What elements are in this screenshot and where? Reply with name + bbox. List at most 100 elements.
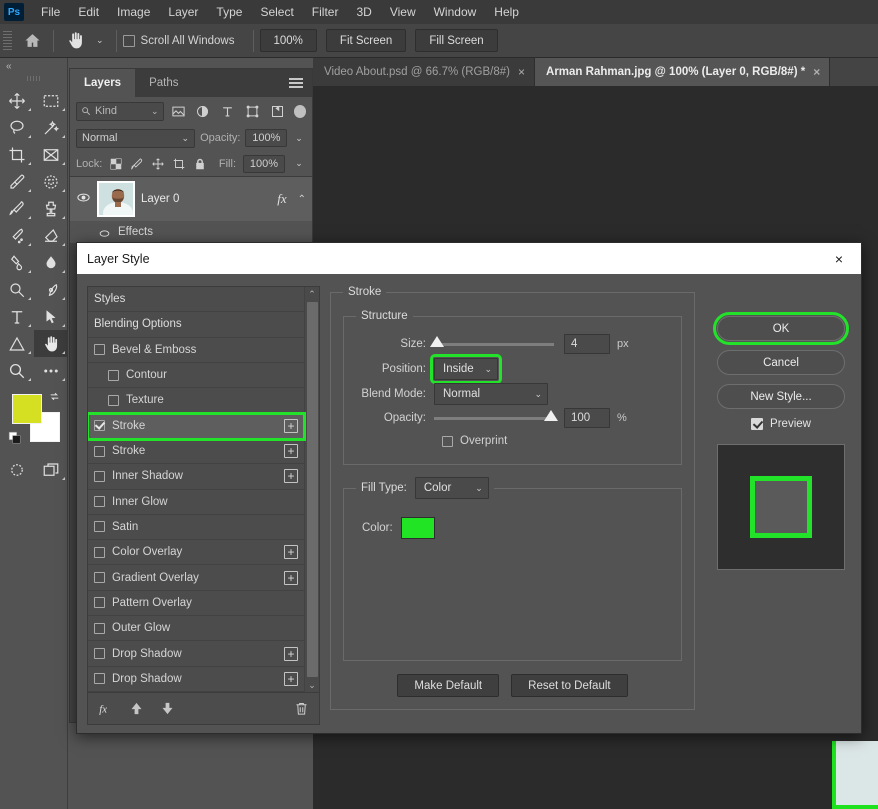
add-effect-icon[interactable]: + bbox=[284, 545, 298, 560]
style-row-outer-glow[interactable]: Outer Glow bbox=[88, 616, 304, 642]
swap-colors-icon[interactable] bbox=[48, 390, 61, 406]
ok-button[interactable]: OK bbox=[713, 312, 849, 345]
fill-chevron-down-icon[interactable]: ⌄ bbox=[292, 155, 306, 173]
style-checkbox[interactable] bbox=[94, 648, 105, 660]
scrollbar-thumb[interactable] bbox=[306, 302, 318, 677]
menu-3d[interactable]: 3D bbox=[347, 0, 380, 24]
style-checkbox[interactable] bbox=[94, 546, 105, 558]
menu-image[interactable]: Image bbox=[108, 0, 159, 24]
more-tools-icon[interactable] bbox=[34, 357, 68, 384]
close-icon[interactable]: × bbox=[817, 243, 861, 274]
quick-mask-icon[interactable] bbox=[0, 456, 34, 483]
menu-select[interactable]: Select bbox=[251, 0, 302, 24]
style-row-drop-shadow-1[interactable]: Drop Shadow + bbox=[88, 641, 304, 667]
style-row-styles[interactable]: Styles bbox=[88, 287, 304, 313]
eraser-tool-icon[interactable] bbox=[34, 222, 68, 249]
overprint-row[interactable]: Overprint bbox=[356, 430, 669, 452]
style-row-blending-options[interactable]: Blending Options bbox=[88, 312, 304, 338]
lock-position-icon[interactable] bbox=[151, 157, 165, 171]
type-tool-icon[interactable] bbox=[0, 303, 34, 330]
make-default-button[interactable]: Make Default bbox=[397, 674, 500, 697]
style-checkbox[interactable] bbox=[94, 496, 105, 508]
opacity-slider-thumb[interactable] bbox=[544, 409, 558, 421]
style-row-stroke-selected[interactable]: Stroke + bbox=[88, 411, 306, 441]
menu-file[interactable]: File bbox=[32, 0, 69, 24]
smart-object-filter-icon[interactable] bbox=[267, 101, 288, 121]
fill-screen-button[interactable]: Fill Screen bbox=[415, 29, 498, 52]
menu-filter[interactable]: Filter bbox=[303, 0, 348, 24]
style-checkbox[interactable] bbox=[94, 597, 105, 609]
add-effect-icon[interactable]: + bbox=[284, 570, 298, 585]
move-down-icon[interactable] bbox=[160, 701, 175, 716]
home-icon[interactable] bbox=[17, 27, 47, 55]
screen-mode-icon[interactable] bbox=[34, 456, 68, 483]
reset-to-default-button[interactable]: Reset to Default bbox=[511, 674, 628, 697]
toolbar-collapse-button[interactable]: « bbox=[0, 58, 67, 74]
style-row-bevel-emboss[interactable]: Bevel & Emboss bbox=[88, 337, 304, 363]
default-colors-icon[interactable] bbox=[8, 431, 22, 448]
opacity-chevron-down-icon[interactable]: ⌄ bbox=[292, 129, 306, 147]
scroll-all-windows-checkbox[interactable]: Scroll All Windows bbox=[122, 34, 235, 47]
close-icon[interactable]: × bbox=[518, 66, 525, 78]
fx-icon[interactable]: fx bbox=[277, 191, 286, 207]
add-effect-icon[interactable]: + bbox=[284, 671, 298, 686]
tab-layers[interactable]: Layers bbox=[70, 69, 136, 97]
effects-row[interactable]: Effects bbox=[70, 221, 312, 243]
style-checkbox[interactable] bbox=[94, 470, 105, 482]
type-filter-icon[interactable] bbox=[217, 101, 238, 121]
move-up-icon[interactable] bbox=[129, 701, 144, 716]
clone-stamp-tool-icon[interactable] bbox=[34, 195, 68, 222]
rectangular-marquee-tool-icon[interactable] bbox=[34, 87, 68, 114]
style-row-color-overlay[interactable]: Color Overlay + bbox=[88, 540, 304, 566]
pixel-filter-icon[interactable] bbox=[168, 101, 189, 121]
style-checkbox[interactable] bbox=[108, 394, 119, 406]
trash-icon[interactable] bbox=[294, 701, 309, 716]
path-selection-tool-icon[interactable] bbox=[34, 303, 68, 330]
color-swatch[interactable] bbox=[400, 517, 435, 539]
eyedropper-tool-icon[interactable] bbox=[0, 168, 34, 195]
lasso-tool-icon[interactable] bbox=[0, 114, 34, 141]
style-row-stroke-2[interactable]: Stroke + bbox=[88, 438, 304, 465]
dialog-title-bar[interactable]: Layer Style × bbox=[77, 243, 861, 274]
dodge-tool-icon[interactable] bbox=[0, 276, 34, 303]
add-effect-icon[interactable]: + bbox=[284, 444, 298, 459]
add-effect-icon[interactable]: + bbox=[284, 469, 298, 484]
scrollbar-track[interactable] bbox=[305, 301, 320, 678]
styles-scrollbar[interactable]: ⌃ ⌄ bbox=[304, 287, 319, 692]
size-input[interactable]: 4 bbox=[564, 334, 610, 354]
magic-wand-tool-icon[interactable] bbox=[34, 114, 68, 141]
zoom-100-button[interactable]: 100% bbox=[259, 29, 317, 52]
panel-menu-icon[interactable] bbox=[289, 78, 303, 88]
opacity-input[interactable]: 100 bbox=[564, 408, 610, 428]
lock-artboard-icon[interactable] bbox=[172, 157, 186, 171]
opacity-slider[interactable] bbox=[434, 409, 558, 421]
menu-window[interactable]: Window bbox=[425, 0, 486, 24]
style-row-gradient-overlay[interactable]: Gradient Overlay + bbox=[88, 565, 304, 591]
style-checkbox[interactable] bbox=[94, 420, 105, 432]
style-row-drop-shadow-2[interactable]: Drop Shadow + bbox=[88, 666, 304, 692]
filter-toggle[interactable] bbox=[293, 104, 306, 118]
toolbar-grip[interactable] bbox=[27, 76, 41, 81]
eye-icon[interactable] bbox=[98, 226, 111, 239]
lock-all-icon[interactable] bbox=[193, 157, 207, 171]
style-checkbox[interactable] bbox=[94, 572, 105, 584]
pen-tool-icon[interactable] bbox=[34, 276, 68, 303]
document-tab-video-about[interactable]: Video About.psd @ 66.7% (RGB/8#) × bbox=[313, 58, 536, 86]
style-row-satin[interactable]: Satin bbox=[88, 514, 304, 541]
style-row-inner-shadow[interactable]: Inner Shadow + bbox=[88, 464, 304, 490]
gradient-tool-icon[interactable] bbox=[0, 249, 34, 276]
menu-layer[interactable]: Layer bbox=[159, 0, 207, 24]
style-row-contour[interactable]: Contour bbox=[88, 362, 304, 389]
fx-icon[interactable]: fx bbox=[98, 701, 113, 716]
tab-paths[interactable]: Paths bbox=[135, 69, 192, 97]
scroll-up-icon[interactable]: ⌃ bbox=[308, 287, 316, 301]
layer-thumbnail[interactable] bbox=[97, 181, 135, 217]
preview-checkbox[interactable]: Preview bbox=[751, 418, 811, 430]
kind-filter-dropdown[interactable]: Kind ⌄ bbox=[76, 101, 164, 121]
menu-help[interactable]: Help bbox=[485, 0, 528, 24]
menu-view[interactable]: View bbox=[381, 0, 425, 24]
shape-filter-icon[interactable] bbox=[242, 101, 263, 121]
menu-type[interactable]: Type bbox=[207, 0, 251, 24]
fill-type-dropdown[interactable]: Color ⌄ bbox=[414, 477, 489, 499]
zoom-tool-icon[interactable] bbox=[0, 357, 34, 384]
